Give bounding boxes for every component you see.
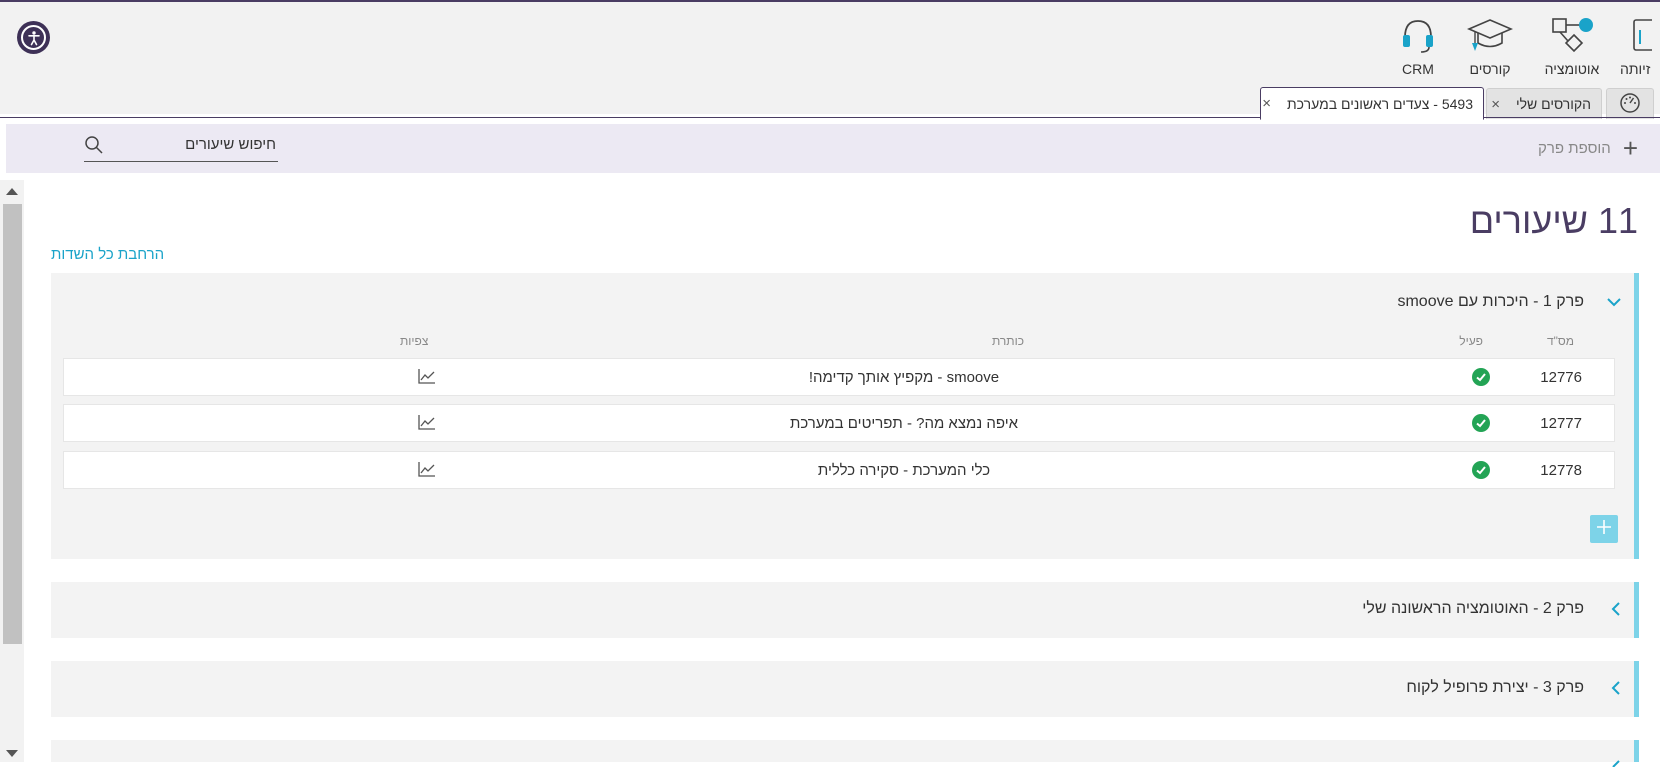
plus-icon: + [1622,133,1638,163]
lesson-title[interactable]: smoove - מקפיץ אותך קדימה! [574,369,1234,386]
chapter-title[interactable]: פרק 2 - האוטומציה הראשונה שלי [1362,600,1584,618]
table-row[interactable]: 12778 כלי המערכת - סקירה כללית [63,451,1615,489]
dashboard-icon [1619,92,1641,117]
flow-icon [1532,14,1612,56]
chevron-left-icon[interactable] [1610,680,1622,701]
toolbar-item-automation[interactable]: אוטומציה [1532,14,1612,77]
tab-label: 5493 - צעדים ראשונים במערכת [1287,95,1473,112]
document-icon [1618,14,1660,56]
toolbar-item-crm[interactable]: CRM [1378,14,1458,77]
top-toolbar: זיותה אוטומציה קורסים CRM הקורסים שלי × … [0,2,1660,120]
check-circle-icon[interactable] [1472,368,1490,386]
toolbar-label: אוטומציה [1544,61,1600,77]
search-box [84,133,278,162]
chart-line-icon[interactable] [418,414,436,435]
chevron-left-icon[interactable] [1610,601,1622,622]
graduation-cap-icon [1450,14,1530,56]
page-title: 11 שיעורים [1469,200,1638,241]
column-header-active: פעיל [1459,334,1483,348]
table-row[interactable]: 12777 איפה נמצא מה? - תפריטים במערכת [63,404,1615,442]
add-chapter-button[interactable]: + הוספת פרק [1538,133,1638,163]
toolbar-label: קורסים [1469,61,1511,77]
close-icon[interactable]: × [1254,95,1279,112]
chapter-panel-4[interactable] [51,740,1639,768]
lesson-id: 12777 [1540,415,1582,432]
chart-line-icon[interactable] [418,461,436,482]
chapter-panel-3[interactable]: פרק 3 - יצירת פרופיל לקוח [51,661,1639,717]
headset-icon [1378,14,1458,56]
toolbar-item-doc[interactable]: זיותה [1618,14,1660,77]
lesson-title[interactable]: איפה נמצא מה? - תפריטים במערכת [574,415,1234,432]
lesson-title[interactable]: כלי המערכת - סקירה כללית [574,462,1234,479]
lesson-id: 12778 [1540,462,1582,479]
search-input[interactable] [114,135,278,154]
column-header-views: צפיות [400,334,429,348]
scroll-up-arrow[interactable] [6,188,18,195]
scroll-thumb[interactable] [3,204,22,644]
search-icon[interactable] [84,135,104,160]
toolbar-label: זיותה [1620,61,1651,77]
tab-label: הקורסים שלי [1515,96,1591,112]
tab-dashboard[interactable] [1606,88,1654,119]
action-bar: + הוספת פרק [6,124,1660,173]
close-icon[interactable]: × [1483,96,1508,113]
toolbar-label: CRM [1402,61,1434,77]
toolbar-item-courses[interactable]: קורסים [1450,14,1530,77]
add-lesson-button[interactable] [1590,515,1618,543]
tab-course-5493[interactable]: 5493 - צעדים ראשונים במערכת × [1260,87,1484,120]
chapter-panel-2[interactable]: פרק 2 - האוטומציה הראשונה שלי [51,582,1639,638]
expand-all-link[interactable]: הרחבת כל השדות [51,246,164,263]
plus-icon [1596,519,1612,540]
tab-my-courses[interactable]: הקורסים שלי × [1486,88,1602,119]
column-header-title: כותרת [991,334,1024,348]
add-chapter-label: הוספת פרק [1538,139,1611,157]
accessibility-button[interactable] [17,21,50,54]
lesson-id: 12776 [1540,369,1582,386]
chevron-left-icon[interactable] [1610,754,1622,772]
check-circle-icon[interactable] [1472,461,1490,479]
scroll-down-arrow[interactable] [6,750,18,757]
vertical-scrollbar[interactable] [0,180,24,762]
check-circle-icon[interactable] [1472,414,1490,432]
chapter-title[interactable]: פרק 1 - היכרות עם smoove [1397,293,1584,311]
column-header-id: מס"ד [1546,334,1574,348]
accessibility-icon [21,25,46,50]
chart-line-icon[interactable] [418,368,436,389]
chevron-down-icon[interactable] [1606,295,1622,313]
chapter-title[interactable]: פרק 3 - יצירת פרופיל לקוח [1406,679,1584,697]
table-row[interactable]: 12776 smoove - מקפיץ אותך קדימה! [63,358,1615,396]
